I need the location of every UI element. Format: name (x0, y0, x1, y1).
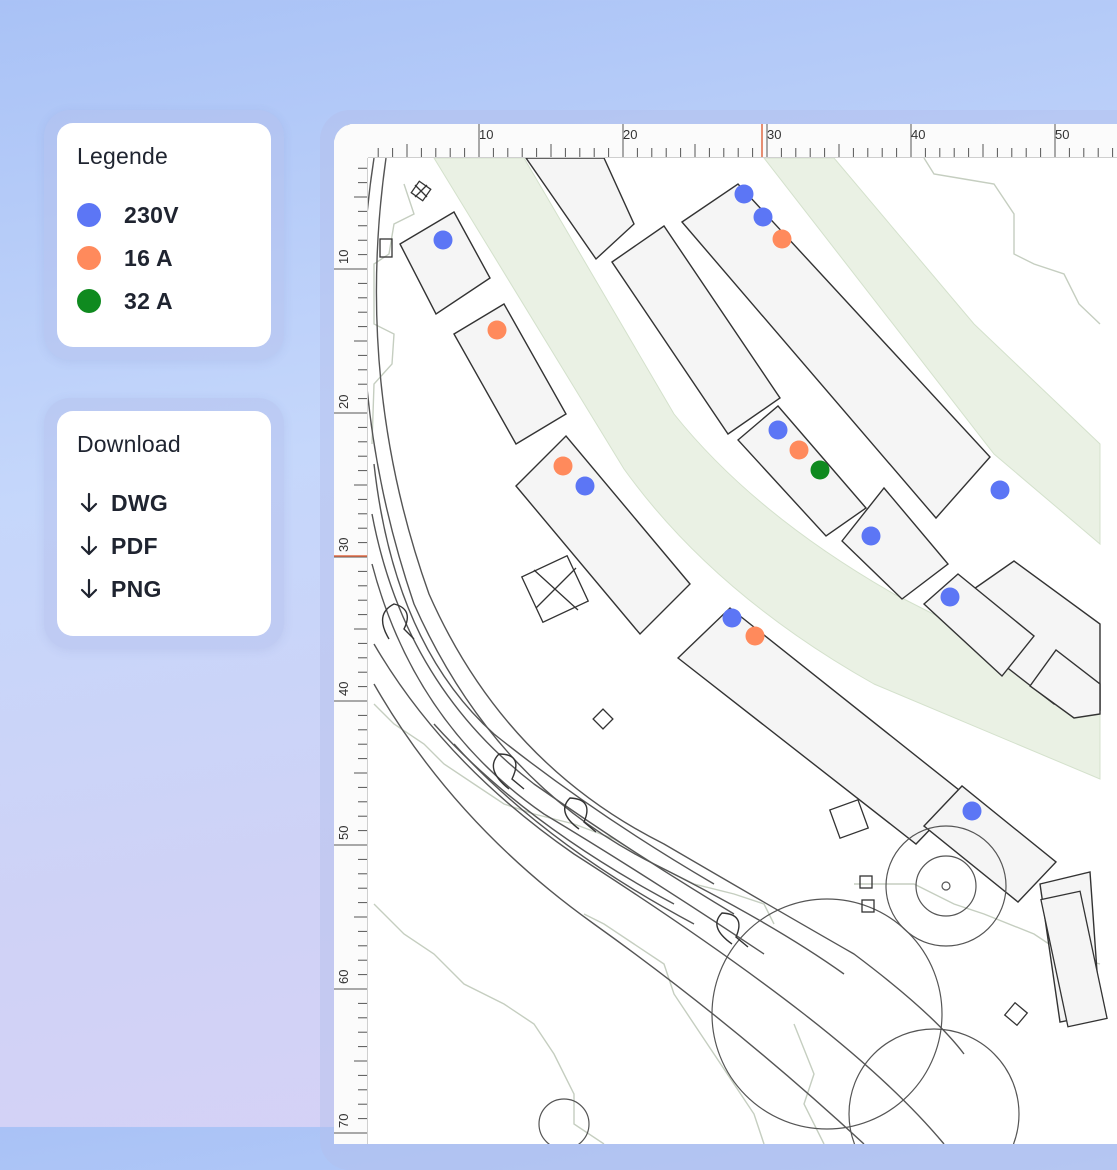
marker-32a[interactable] (810, 460, 830, 480)
green-dot-icon (77, 289, 101, 313)
ruler-x-label: 20 (623, 127, 637, 142)
legend-panel: Legende 230V 16 A 32 A (44, 110, 284, 360)
legend-item-32a: 32 A (77, 286, 173, 316)
ruler-y-label: 70 (336, 1114, 351, 1128)
marker-230v[interactable] (990, 480, 1010, 500)
horizontal-ruler: 10 20 30 40 50 (334, 124, 1117, 158)
download-label: PNG (111, 575, 162, 602)
legend-card: Legende 230V 16 A 32 A (57, 123, 271, 347)
marker-16a[interactable] (487, 320, 507, 340)
marker-16a[interactable] (553, 456, 573, 476)
marker-230v[interactable] (575, 476, 595, 496)
download-title: Download (77, 431, 181, 457)
download-png-link[interactable]: PNG (77, 574, 162, 604)
legend-item-230v: 230V (77, 200, 179, 230)
ruler-x-label: 50 (1055, 127, 1069, 142)
ruler-x-label: 40 (911, 127, 925, 142)
blue-dot-icon (77, 203, 101, 227)
marker-230v[interactable] (861, 526, 881, 546)
download-card: Download DWG PDF PNG (57, 411, 271, 636)
vertical-ruler: 10 20 30 40 50 60 70 (334, 124, 368, 1144)
marker-230v[interactable] (768, 420, 788, 440)
legend-item-16a: 16 A (77, 243, 173, 273)
download-pdf-link[interactable]: PDF (77, 531, 158, 561)
legend-label: 32 A (124, 287, 173, 314)
marker-230v[interactable] (753, 207, 773, 227)
marker-230v[interactable] (433, 230, 453, 250)
marker-230v[interactable] (734, 184, 754, 204)
ruler-corner (334, 124, 368, 158)
orange-dot-icon (77, 246, 101, 270)
ruler-x-label: 30 (767, 127, 781, 142)
marker-230v[interactable] (940, 587, 960, 607)
ruler-y-label: 30 (336, 538, 351, 552)
marker-16a[interactable] (789, 440, 809, 460)
site-plan-viewer[interactable]: 10 20 30 40 50 10 20 30 40 50 60 70 (334, 124, 1117, 1144)
ruler-y-label: 20 (336, 395, 351, 409)
marker-16a[interactable] (772, 229, 792, 249)
marker-16a[interactable] (745, 626, 765, 646)
marker-230v[interactable] (962, 801, 982, 821)
legend-label: 16 A (124, 244, 173, 271)
legend-title: Legende (77, 143, 168, 169)
ruler-y-label: 50 (336, 826, 351, 840)
marker-230v[interactable] (722, 608, 742, 628)
arrow-down-icon (80, 535, 98, 556)
legend-label: 230V (124, 201, 179, 228)
ruler-y-label: 60 (336, 970, 351, 984)
download-label: PDF (111, 532, 158, 559)
arrow-down-icon (80, 492, 98, 513)
ruler-y-label: 10 (336, 250, 351, 264)
site-plan-drawing[interactable] (368, 158, 1117, 1144)
ruler-y-label: 40 (336, 682, 351, 696)
ruler-x-label: 10 (479, 127, 493, 142)
download-label: DWG (111, 489, 169, 516)
download-dwg-link[interactable]: DWG (77, 488, 168, 518)
arrow-down-icon (80, 578, 98, 599)
download-panel: Download DWG PDF PNG (44, 398, 284, 649)
